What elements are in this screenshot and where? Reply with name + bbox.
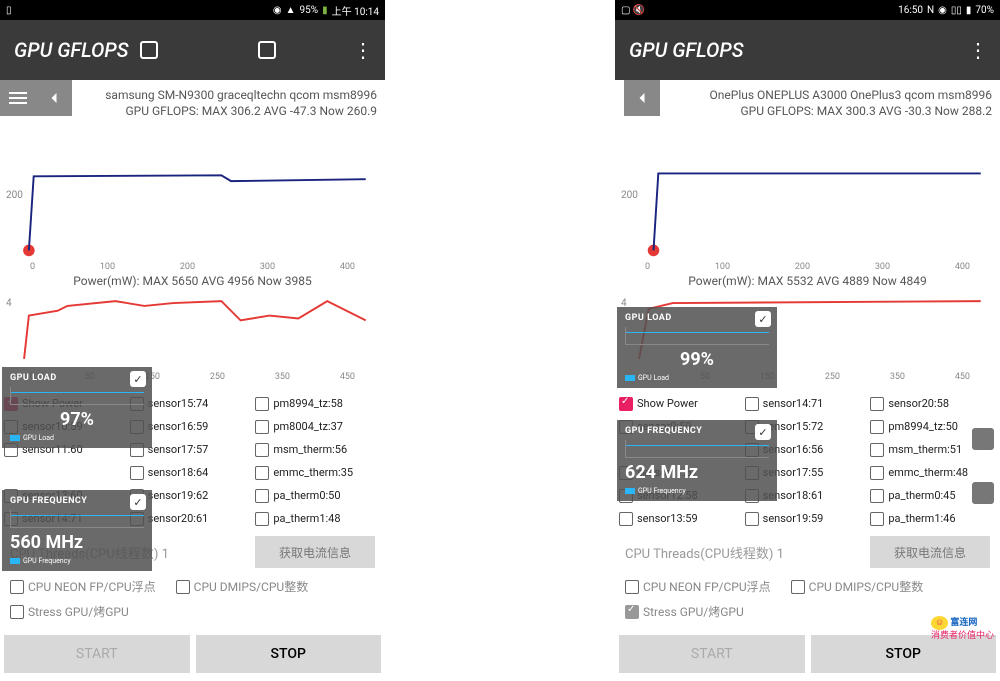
gpu-freq-overlay[interactable]: GPU FREQUENCY ✓ 560 MHz GPU Frequency bbox=[2, 490, 152, 571]
power-chart: 4 050150250350450 bbox=[0, 290, 385, 370]
start-button[interactable]: START bbox=[4, 635, 190, 673]
status-bar: ▢🔇 16:50 N ◉ ▯▯ ▮ 70% bbox=[615, 0, 1000, 20]
hamburger-menu[interactable] bbox=[0, 80, 36, 116]
checkbox[interactable] bbox=[176, 580, 190, 594]
battery-icon: ▮ bbox=[966, 5, 972, 16]
sim-icon: ▯▯ bbox=[951, 5, 962, 16]
status-bar: ▯ ◉ ▲ 95% ▮ 上午 10:14 bbox=[0, 0, 385, 20]
back-button[interactable] bbox=[36, 80, 72, 116]
get-current-button[interactable]: 获取电流信息 bbox=[870, 536, 990, 568]
gpu-load-overlay[interactable]: GPU LOAD ✓ 99% GPU Load bbox=[617, 307, 777, 388]
checkbox[interactable] bbox=[255, 512, 269, 526]
power-label: Power(mW): MAX 5650 AVG 4956 Now 3985 bbox=[0, 274, 385, 288]
gflops-chart: 200 0100200300400 bbox=[615, 160, 1000, 260]
checkbox[interactable] bbox=[10, 580, 24, 594]
square-icon[interactable] bbox=[140, 41, 158, 59]
app-title: GPU GFLOPS bbox=[629, 38, 743, 62]
gpu-freq-overlay[interactable]: GPU FREQUENCY ✓ 624 MHz GPU Frequency bbox=[617, 420, 777, 501]
stop-button[interactable]: STOP bbox=[196, 635, 382, 673]
battery-icon: ▮ bbox=[322, 5, 328, 16]
wifi-icon: ◉ bbox=[273, 5, 282, 16]
overlay-checkbox[interactable]: ✓ bbox=[755, 311, 771, 327]
power-label: Power(mW): MAX 5532 AVG 4889 Now 4849 bbox=[615, 274, 1000, 288]
checkbox[interactable] bbox=[870, 397, 884, 411]
checkbox[interactable] bbox=[791, 580, 805, 594]
device-info: OnePlus ONEPLUS A3000 OnePlus3 qcom msm8… bbox=[704, 88, 998, 119]
x-axis: 0100200300400 bbox=[0, 262, 385, 272]
tab-icon: ▯ bbox=[6, 5, 12, 16]
checkbox[interactable] bbox=[130, 466, 144, 480]
checkbox[interactable] bbox=[255, 420, 269, 434]
app-bar: GPU GFLOPS ⋮ bbox=[0, 20, 385, 80]
battery-text: 70% bbox=[975, 5, 994, 16]
overflow-menu[interactable]: ⋮ bbox=[968, 38, 986, 62]
time-text: 16:50 bbox=[898, 5, 923, 16]
checkbox[interactable] bbox=[255, 443, 269, 457]
start-button[interactable]: START bbox=[619, 635, 805, 673]
overlay-checkbox[interactable]: ✓ bbox=[130, 494, 146, 510]
app-title: GPU GFLOPS bbox=[14, 38, 128, 62]
checkbox[interactable] bbox=[745, 397, 759, 411]
gpu-load-overlay[interactable]: GPU LOAD ✓ 97% GPU Load bbox=[2, 367, 152, 448]
square-icon[interactable] bbox=[258, 41, 276, 59]
get-current-button[interactable]: 获取电流信息 bbox=[255, 536, 375, 568]
checkbox[interactable] bbox=[625, 605, 639, 619]
gflops-chart: 200 0100200300400 bbox=[0, 160, 385, 260]
wifi-icon: ◉ bbox=[938, 5, 947, 16]
checkbox[interactable] bbox=[255, 397, 269, 411]
checkbox[interactable] bbox=[619, 512, 633, 526]
signal-icon: ▲ bbox=[286, 5, 296, 16]
checkbox[interactable] bbox=[625, 580, 639, 594]
nfc-icon: N bbox=[927, 5, 934, 16]
drag-handle[interactable] bbox=[972, 482, 994, 504]
checkbox[interactable] bbox=[870, 512, 884, 526]
phone-right: ▢🔇 16:50 N ◉ ▯▯ ▮ 70% GPU GFLOPS ⋮ OnePl… bbox=[615, 0, 1000, 681]
mute-icon: 🔇 bbox=[632, 5, 644, 16]
overflow-menu[interactable]: ⋮ bbox=[353, 38, 371, 62]
watermark: ☺ 富连网 消费者价值中心 bbox=[931, 615, 994, 641]
overlay-checkbox[interactable]: ✓ bbox=[130, 371, 146, 387]
drag-handle[interactable] bbox=[972, 428, 994, 450]
checkbox[interactable] bbox=[619, 397, 633, 411]
checkbox[interactable] bbox=[255, 489, 269, 503]
checkbox[interactable] bbox=[870, 420, 884, 434]
checkbox[interactable] bbox=[745, 512, 759, 526]
checkbox[interactable] bbox=[255, 466, 269, 480]
back-button[interactable] bbox=[624, 80, 660, 116]
overlay-checkbox[interactable]: ✓ bbox=[755, 424, 771, 440]
device-info: samsung SM-N9300 graceqltechn qcom msm89… bbox=[99, 88, 383, 119]
cpu-threads: CPU Threads(CPU线程数) 1 获取电流信息 bbox=[615, 530, 1000, 574]
image-icon: ▢ bbox=[621, 5, 630, 16]
checkbox[interactable] bbox=[870, 466, 884, 480]
phone-left: ▯ ◉ ▲ 95% ▮ 上午 10:14 GPU GFLOPS ⋮ samsun… bbox=[0, 0, 385, 681]
checkbox[interactable] bbox=[870, 489, 884, 503]
checkbox[interactable] bbox=[870, 443, 884, 457]
checkbox[interactable] bbox=[10, 605, 24, 619]
battery-text: 95% bbox=[300, 5, 319, 16]
app-bar: GPU GFLOPS ⋮ bbox=[615, 20, 1000, 80]
time-text: 上午 10:14 bbox=[332, 3, 379, 18]
